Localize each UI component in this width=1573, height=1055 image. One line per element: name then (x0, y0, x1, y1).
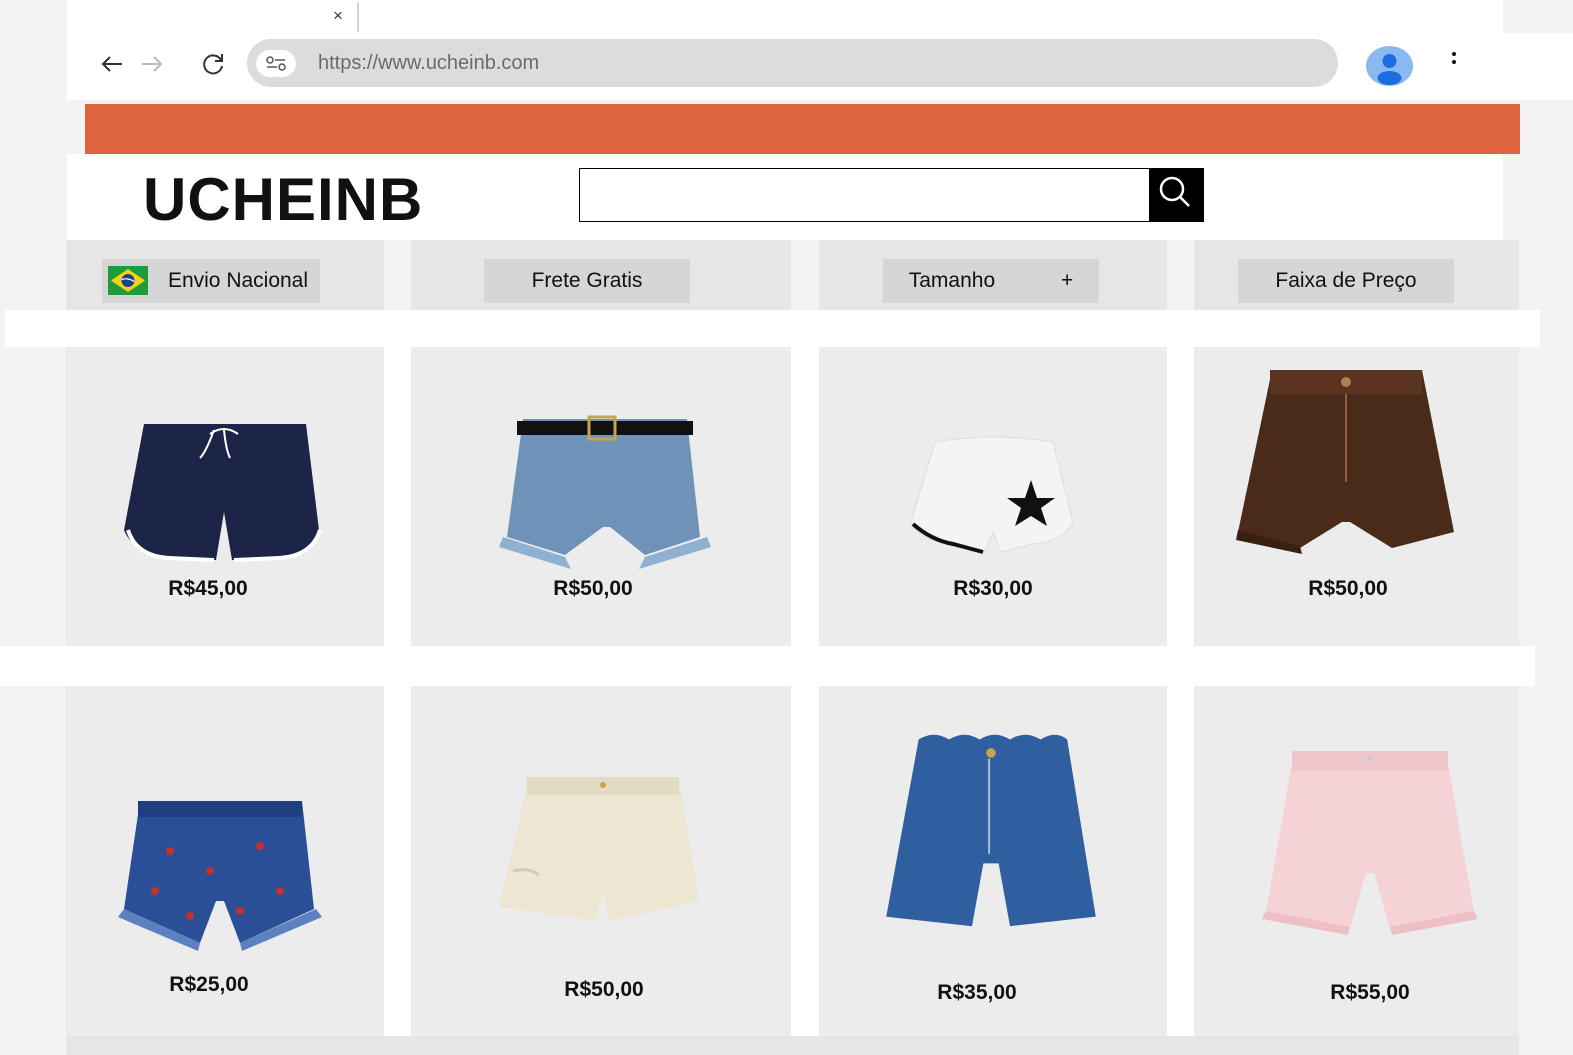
filter-label: Faixa de Preço (1275, 269, 1417, 292)
column-gap (1167, 347, 1194, 646)
filter-frete-gratis-button[interactable]: Frete Gratis (484, 259, 690, 303)
strawberry-denim-shorts-image (118, 801, 322, 951)
promo-banner (85, 104, 1520, 154)
product-card[interactable]: R$25,00 (66, 686, 384, 1036)
tab-divider (357, 2, 359, 32)
arrow-right-icon (142, 56, 163, 72)
product-price: R$25,00 (169, 973, 249, 996)
product-price: R$50,00 (553, 577, 633, 600)
column-gap (791, 686, 819, 1036)
product-price: R$35,00 (937, 981, 1017, 1004)
column-gap (791, 347, 819, 646)
product-card[interactable]: R$55,00 (1194, 686, 1519, 1036)
product-card[interactable]: R$50,00 (411, 686, 791, 1036)
profile-avatar-icon[interactable] (1366, 46, 1413, 86)
arrow-left-icon (101, 56, 122, 72)
product-card[interactable]: R$45,00 (66, 347, 384, 646)
scalloped-denim-shorts-image (886, 734, 1096, 927)
belted-denim-shorts-image (499, 415, 711, 569)
product-price: R$55,00 (1330, 981, 1410, 1004)
product-price: R$50,00 (1308, 577, 1388, 600)
row-divider (5, 310, 1540, 347)
column-gap (1167, 686, 1194, 1036)
navy-drawstring-shorts-image (124, 424, 322, 562)
page-footer-strip (66, 1036, 1519, 1055)
column-gap (384, 686, 411, 1036)
tab-close-icon[interactable]: × (333, 6, 343, 26)
product-card[interactable]: R$30,00 (819, 347, 1167, 646)
product-price: R$50,00 (564, 978, 644, 1001)
search-button[interactable] (1150, 168, 1204, 222)
back-button[interactable] (97, 50, 127, 80)
filter-label: Frete Gratis (531, 269, 643, 292)
product-price: R$45,00 (168, 577, 248, 600)
product-card[interactable]: R$50,00 (1194, 347, 1519, 646)
filter-label: Tamanho (908, 269, 996, 292)
product-price: R$30,00 (953, 577, 1033, 600)
search-icon (1159, 176, 1190, 207)
address-bar-url[interactable]: https://www.ucheinb.com (318, 50, 539, 76)
pink-high-waist-shorts-image (1262, 751, 1478, 935)
browser-menu-icon[interactable] (1448, 48, 1460, 68)
cream-ripped-shorts-image (499, 777, 699, 921)
brazil-flag-icon (108, 266, 148, 295)
column-gap (384, 347, 411, 646)
reload-button[interactable] (198, 50, 228, 80)
product-card[interactable]: R$50,00 (411, 347, 791, 646)
site-settings-icon[interactable] (256, 50, 296, 77)
browser-toolbar-extension (1503, 33, 1573, 100)
product-card[interactable]: R$35,00 (819, 686, 1167, 1036)
brown-suede-shorts-image (1236, 370, 1454, 554)
white-star-shorts-image (910, 436, 1074, 554)
reload-icon (203, 54, 223, 75)
filter-faixa-de-preco-button[interactable]: Faixa de Preço (1238, 259, 1454, 303)
filter-tamanho-button[interactable]: Tamanho + (883, 259, 1099, 303)
search-input[interactable] (579, 168, 1150, 222)
brand-logo[interactable]: UCHEINB (143, 164, 423, 236)
forward-button[interactable] (137, 50, 167, 80)
row-divider (0, 646, 1535, 686)
expand-plus-icon: + (1060, 269, 1074, 292)
